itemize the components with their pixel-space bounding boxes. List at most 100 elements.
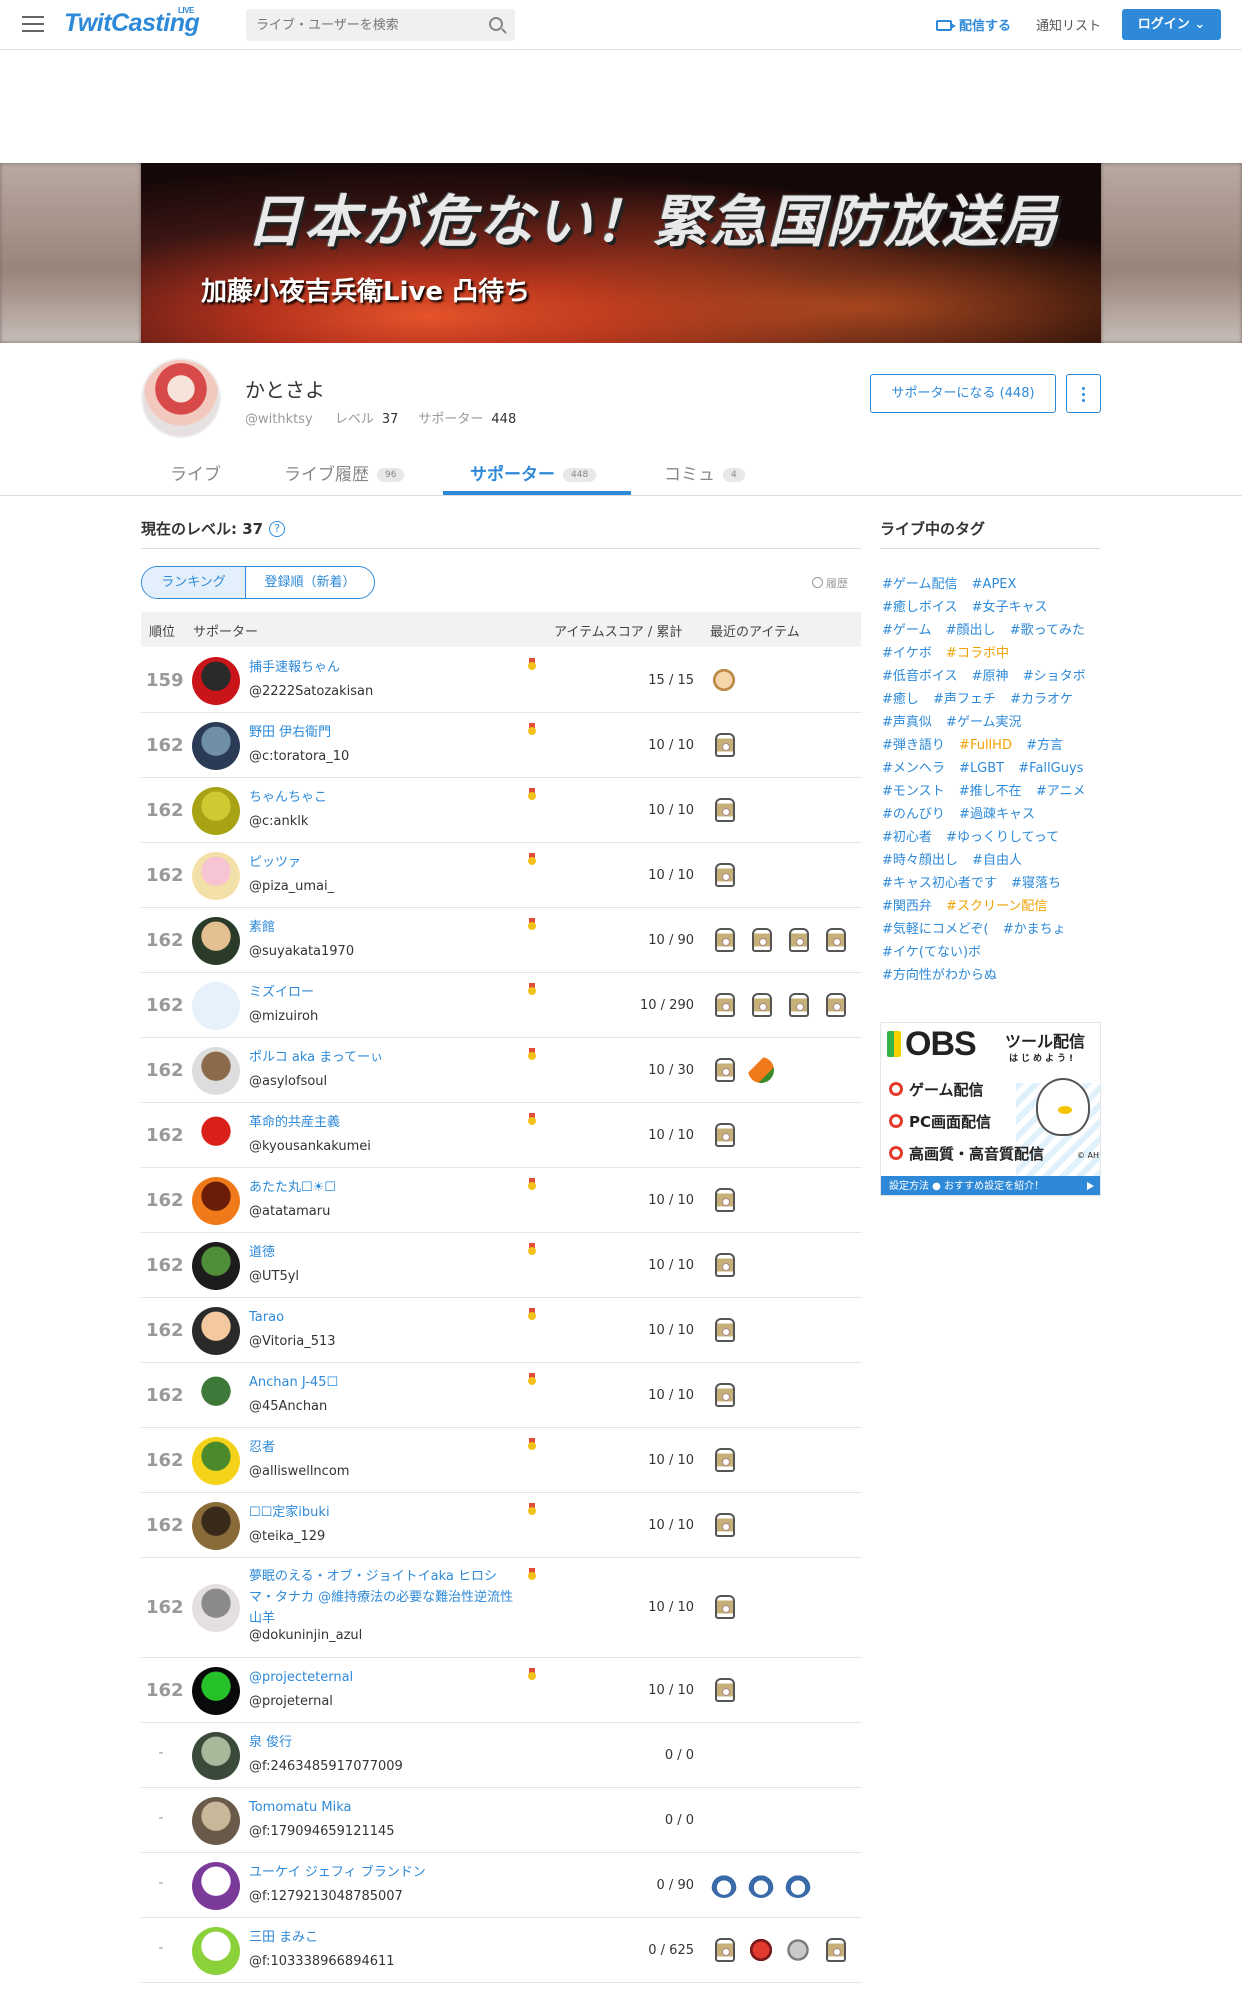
- tea-item-icon[interactable]: [715, 732, 735, 757]
- obs-ad-banner[interactable]: OBS ツール配信 はじめよう! ゲーム配信 PC画面配信 高画質・高音質配信 …: [880, 1022, 1101, 1196]
- tag-link[interactable]: #顔出し: [946, 623, 996, 638]
- supporter-avatar[interactable]: [192, 981, 240, 1030]
- table-row[interactable]: 162 素館 @suyakata1970 10 / 90: [141, 908, 861, 973]
- supporter-avatar[interactable]: [192, 1111, 240, 1160]
- supporter-name[interactable]: 野田 伊右衛門: [249, 722, 521, 743]
- supporter-name[interactable]: @projecteternal: [249, 1667, 521, 1688]
- tag-link[interactable]: #癒し: [882, 692, 919, 707]
- tag-link[interactable]: #歌ってみた: [1010, 623, 1085, 638]
- tag-link[interactable]: #ゲーム配信: [882, 577, 958, 592]
- supporter-name[interactable]: 素館: [249, 917, 521, 938]
- supporter-name[interactable]: Tomomatu Mika: [249, 1797, 521, 1818]
- table-row[interactable]: 162 忍者 @alliswellncom 10 / 10: [141, 1428, 861, 1493]
- tag-link[interactable]: #過疎キャス: [959, 807, 1035, 822]
- table-row[interactable]: 162 Tarao @Vitoria_513 10 / 10: [141, 1298, 861, 1363]
- tag-link[interactable]: #スクリーン配信: [946, 899, 1047, 914]
- tag-link[interactable]: #気軽にコメどぞ(: [882, 922, 989, 937]
- tag-link[interactable]: #ゆっくりしてって: [946, 830, 1059, 845]
- tag-link[interactable]: #のんびり: [882, 807, 945, 822]
- tea-item-icon[interactable]: [752, 992, 772, 1017]
- tea-item-icon[interactable]: [826, 927, 846, 952]
- tag-link[interactable]: #APEX: [972, 577, 1017, 592]
- supporter-name[interactable]: 夢眠のえる・オブ・ジョイトイaka ヒロシマ・タナカ @維持療法の必要な難治性逆…: [249, 1566, 521, 1629]
- tag-link[interactable]: #メンヘラ: [882, 761, 945, 776]
- notification-list-link[interactable]: 通知リスト: [1036, 15, 1101, 34]
- obs-ad-footer[interactable]: 設定方法 ● おすすめ設定を紹介！: [881, 1176, 1100, 1195]
- search-input[interactable]: [256, 15, 476, 35]
- supporter-name[interactable]: 泉 俊行: [249, 1732, 521, 1753]
- login-button[interactable]: ログイン ⌄: [1122, 9, 1221, 40]
- candy-item-icon[interactable]: [748, 1936, 774, 1963]
- tag-link[interactable]: #ショタボ: [1023, 669, 1086, 684]
- tag-link[interactable]: #寝落ち: [1011, 876, 1061, 891]
- coin-item-icon[interactable]: [785, 1936, 811, 1963]
- supporter-avatar[interactable]: [192, 721, 240, 770]
- table-row[interactable]: 162 ミズイロー @mizuiroh 10 / 290: [141, 973, 861, 1038]
- supporter-name[interactable]: あたた丸☐☀☐: [249, 1177, 521, 1198]
- tea-item-icon[interactable]: [715, 1252, 735, 1277]
- tea-item-icon[interactable]: [826, 1937, 846, 1962]
- tag-link[interactable]: #関西弁: [882, 899, 932, 914]
- supporter-name[interactable]: 革命的共産主義: [249, 1112, 521, 1133]
- ranking-toggle[interactable]: ランキング: [142, 567, 246, 598]
- supporter-avatar[interactable]: [192, 1436, 240, 1485]
- supporter-name[interactable]: Anchan J-45☐: [249, 1372, 521, 1393]
- table-row[interactable]: - ユーケイ ジェフィ ブランドン @f:1279213048785007 0 / 9…: [141, 1853, 861, 1918]
- broadcast-link[interactable]: 配信する: [936, 15, 1011, 34]
- table-row[interactable]: 162 ☐☐定家ibuki @teika_129 10 / 10: [141, 1493, 861, 1558]
- supporter-name[interactable]: ☐☐定家ibuki: [249, 1502, 521, 1523]
- tea-item-icon[interactable]: [715, 1937, 735, 1962]
- supporter-name[interactable]: ミズイロー: [249, 982, 521, 1003]
- tag-link[interactable]: #推し不在: [959, 784, 1022, 799]
- supporter-avatar[interactable]: [192, 1371, 240, 1420]
- tea-item-icon[interactable]: [715, 1595, 735, 1619]
- tag-link[interactable]: #方向性がわからぬ: [882, 968, 997, 983]
- supporter-name[interactable]: ポルコ aka まってーぃ: [249, 1047, 521, 1068]
- tag-link[interactable]: #癒しボイス: [882, 600, 958, 615]
- tea-item-icon[interactable]: [715, 1382, 735, 1407]
- tag-link[interactable]: #カラオケ: [1010, 692, 1073, 707]
- table-row[interactable]: 162 道徳 @UT5yl 10 / 10: [141, 1233, 861, 1298]
- tea-item-icon[interactable]: [715, 927, 735, 952]
- supporter-avatar[interactable]: [192, 1861, 240, 1910]
- history-link[interactable]: 履歴: [812, 575, 848, 591]
- hand-item-icon[interactable]: [711, 666, 737, 693]
- supporter-avatar[interactable]: [192, 1176, 240, 1225]
- supporter-avatar[interactable]: [192, 786, 240, 835]
- supporter-avatar[interactable]: [192, 1666, 240, 1715]
- supporter-avatar[interactable]: [192, 1501, 240, 1550]
- tag-link[interactable]: #イケ(てない)ボ: [882, 945, 981, 960]
- table-row[interactable]: 162 野田 伊右衛門 @c:toratora_10 10 / 10: [141, 713, 861, 778]
- tag-link[interactable]: #イケボ: [882, 646, 932, 661]
- table-row[interactable]: - 泉 俊行 @f:2463485917077009 0 / 0: [141, 1723, 861, 1788]
- avatar[interactable]: [141, 358, 221, 438]
- tag-link[interactable]: #アニメ: [1036, 784, 1086, 799]
- supporter-avatar[interactable]: [192, 1046, 240, 1095]
- tag-link[interactable]: #女子キャス: [972, 600, 1048, 615]
- become-supporter-button[interactable]: サポーターになる (448): [870, 374, 1056, 413]
- tea-item-icon[interactable]: [715, 1677, 735, 1702]
- table-row[interactable]: 162 ちゃんちゃこ @c:anklk 10 / 10: [141, 778, 861, 843]
- tag-link[interactable]: #弾き語り: [882, 738, 945, 753]
- tea-item-icon[interactable]: [789, 992, 809, 1017]
- table-row[interactable]: 162 ポルコ aka まってーぃ @asylofsoul 10 / 30: [141, 1038, 861, 1103]
- search-icon[interactable]: [489, 17, 503, 31]
- tag-link[interactable]: #自由人: [972, 853, 1022, 868]
- tag-link[interactable]: #初心者: [882, 830, 932, 845]
- tea-item-icon[interactable]: [715, 797, 735, 822]
- supporter-name[interactable]: ユーケイ ジェフィ ブランドン: [249, 1862, 521, 1883]
- table-row[interactable]: - 三田 まみこ @f:103338966894611 0 / 625: [141, 1918, 861, 1983]
- tea-item-icon[interactable]: [715, 1512, 735, 1537]
- tea-item-icon[interactable]: [826, 992, 846, 1017]
- tea-item-icon[interactable]: [715, 1187, 735, 1212]
- help-icon[interactable]: ?: [269, 521, 286, 537]
- tag-link[interactable]: #ゲーム実況: [946, 715, 1022, 730]
- tea-item-icon[interactable]: [715, 1122, 735, 1147]
- penguin-item-icon[interactable]: [785, 1871, 811, 1898]
- table-row[interactable]: 162 Anchan J-45☐ @45Anchan 10 / 10: [141, 1363, 861, 1428]
- tag-link[interactable]: #キャス初心者です: [882, 876, 997, 891]
- supporter-avatar[interactable]: [192, 1796, 240, 1845]
- table-row[interactable]: - Tomomatu Mika @f:179094659121145 0 / 0: [141, 1788, 861, 1853]
- supporter-name[interactable]: Tarao: [249, 1307, 521, 1328]
- more-options-button[interactable]: [1066, 374, 1101, 413]
